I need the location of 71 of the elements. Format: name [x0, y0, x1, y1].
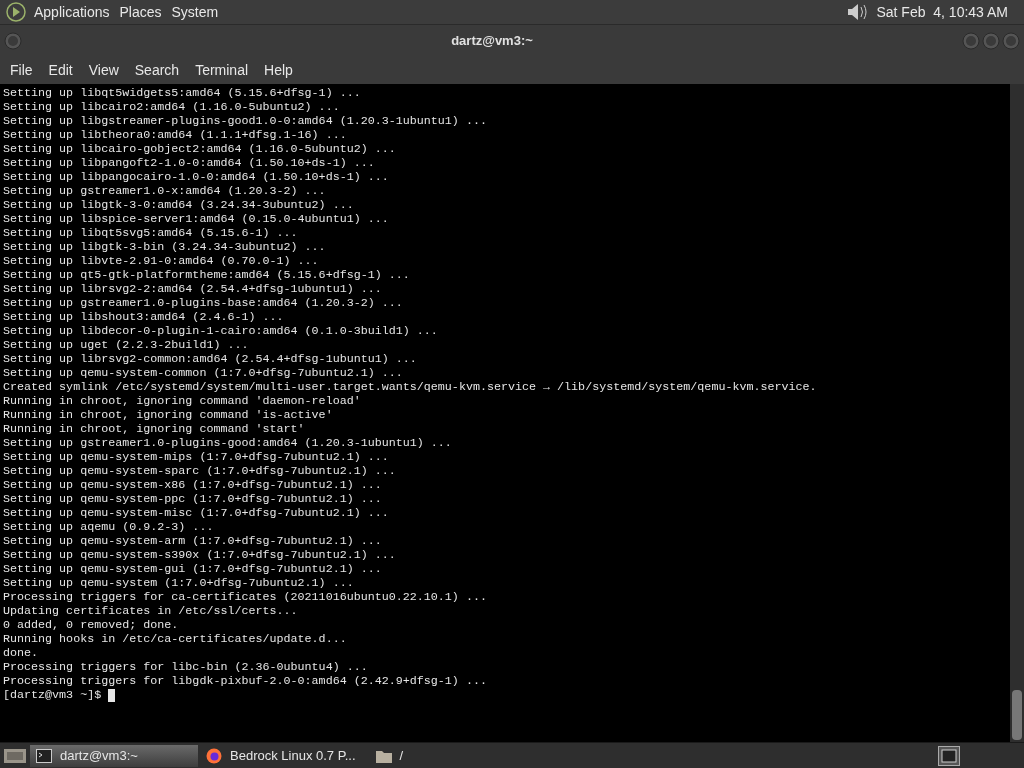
window-control-icon[interactable] [1002, 31, 1020, 50]
text-cursor [108, 688, 116, 702]
terminal-line: Running in chroot, ignoring command 'daemon-reload' [3, 394, 361, 408]
terminal-line: Processing triggers for libgdk-pixbuf-2.0-0:amd64 (2.42.9+dfsg-1) ... [3, 674, 487, 688]
terminal-line: Setting up librsvg2-2:amd64 (2.54.4+dfsg-1ubuntu1) ... [3, 282, 382, 296]
terminal-line: Updating certificates in /etc/ssl/certs... [3, 604, 298, 618]
taskbar-button[interactable]: dartz@vm3:~ [30, 744, 198, 767]
terminal-icon[interactable] [938, 745, 960, 766]
menu-item[interactable]: File [2, 59, 41, 81]
volume-icon[interactable] [846, 2, 869, 22]
clock[interactable]: Sat Feb 4, 10:43 AM [876, 1, 1008, 23]
terminal-line: Setting up qt5-gtk-platformtheme:amd64 (5.15.6+dfsg-1) ... [3, 268, 410, 282]
menu-item[interactable]: Edit [40, 59, 81, 81]
terminal-line: Setting up libqt5svg5:amd64 (5.15.6-1) ... [3, 226, 298, 240]
taskbar-button[interactable]: / [369, 744, 416, 767]
terminal-line: Setting up qemu-system-gui (1:7.0+dfsg-7ubuntu2.1) ... [3, 562, 382, 576]
terminal-line: Setting up qemu-system-mips (1:7.0+dfsg-7ubuntu2.1) ... [3, 450, 389, 464]
terminal-line: Setting up qemu-system (1:7.0+dfsg-7ubuntu2.1) ... [3, 576, 354, 590]
terminal-line: Setting up qemu-system-arm (1:7.0+dfsg-7ubuntu2.1) ... [3, 534, 382, 548]
terminal-line: Created symlink /etc/systemd/system/multi-user.target.wants/qemu-kvm.service → /lib/systemd/system/qemu-kvm.service. [3, 380, 817, 394]
terminal-line: Setting up qemu-system-misc (1:7.0+dfsg-7ubuntu2.1) ... [3, 506, 389, 520]
terminal-line: Processing triggers for libc-bin (2.36-0ubuntu4) ... [3, 660, 368, 674]
terminal-line: Processing triggers for ca-certificates (20211016ubuntu0.22.10.1) ... [3, 590, 487, 604]
terminal-line: Setting up libgtk-3-0:amd64 (3.24.34-3ubuntu2) ... [3, 198, 354, 212]
terminal-line: Setting up qemu-system-ppc (1:7.0+dfsg-7ubuntu2.1) ... [3, 492, 382, 506]
terminal-line: 0 added, 0 removed; done. [3, 618, 179, 632]
terminal-line: Setting up libcairo2:amd64 (1.16.0-5ubuntu2) ... [3, 100, 340, 114]
terminal-line: Setting up aqemu (0.9.2-3) ... [3, 520, 214, 534]
terminal-line: Running hooks in /etc/ca-certificates/update.d... [3, 632, 347, 646]
window-title: dartz@vm3:~ [450, 31, 534, 50]
terminal-line: Setting up gstreamer1.0-plugins-base:amd64 (1.20.3-2) ... [3, 296, 403, 310]
menu-item[interactable]: Help [256, 59, 301, 81]
terminal-line: Setting up libpangocairo-1.0-0:amd64 (1.50.10+ds-1) ... [3, 170, 389, 184]
menu-item[interactable]: Search [126, 59, 188, 81]
terminal-line: Running in chroot, ignoring command 'is-active' [3, 408, 333, 422]
terminal-line: Setting up qemu-system-x86 (1:7.0+dfsg-7ubuntu2.1) ... [3, 478, 382, 492]
menu-logo-icon[interactable] [6, 2, 26, 22]
terminal-line: Setting up libgtk-3-bin (3.24.34-3ubuntu2) ... [3, 240, 326, 254]
terminal-line: Setting up libshout3:amd64 (2.4.6-1) ... [3, 310, 284, 324]
terminal-line: Setting up uget (2.2.3-2build1) ... [3, 338, 249, 352]
terminal-line: Setting up qemu-system-s390x (1:7.0+dfsg-7ubuntu2.1) ... [3, 548, 396, 562]
shell-prompt: [dartz@vm3 ~]$ [3, 688, 102, 702]
terminal-line: Setting up qemu-system-common (1:7.0+dfsg-7ubuntu2.1) ... [3, 366, 403, 380]
terminal-line: Setting up libqt5widgets5:amd64 (5.15.6+dfsg-1) ... [3, 86, 361, 100]
terminal-icon [36, 748, 52, 763]
folder-icon [375, 748, 392, 763]
browser-icon [206, 747, 222, 764]
taskbar-button[interactable]: Bedrock Linux 0.7 P... [200, 744, 368, 767]
terminal-line: Setting up libpangoft2-1.0-0:amd64 (1.50.10+ds-1) ... [3, 156, 375, 170]
terminal-line: Setting up libdecor-0-plugin-1-cairo:amd64 (0.1.0-3build1) ... [3, 324, 438, 338]
terminal-line: Setting up gstreamer1.0-plugins-good:amd64 (1.20.3-1ubuntu1) ... [3, 436, 452, 450]
window-control-icon[interactable] [4, 31, 22, 50]
menu-item[interactable]: Terminal [187, 59, 257, 81]
terminal-line: Setting up librsvg2-common:amd64 (2.54.4+dfsg-1ubuntu1) ... [3, 352, 417, 366]
terminal-line: Running in chroot, ignoring command 'start' [3, 422, 305, 436]
panel-menu[interactable]: System [171, 1, 219, 23]
terminal-line: Setting up libgstreamer-plugins-good1.0-0:amd64 (1.20.3-1ubuntu1) ... [3, 114, 487, 128]
scrollbar-thumb[interactable] [1012, 690, 1022, 740]
terminal-line: Setting up libvte-2.91-0:amd64 (0.70.0-1) ... [3, 254, 319, 268]
terminal-line: done. [3, 646, 39, 660]
terminal-line: Setting up libcairo-gobject2:amd64 (1.16.0-5ubuntu2) ... [3, 142, 396, 156]
window-control-icon[interactable] [982, 31, 1000, 50]
terminal-line: Setting up libtheora0:amd64 (1.1.1+dfsg.1-16) ... [3, 128, 347, 142]
terminal-line: Setting up gstreamer1.0-x:amd64 (1.20.3-2) ... [3, 184, 326, 198]
terminal-line: Setting up qemu-system-sparc (1:7.0+dfsg-7ubuntu2.1) ... [3, 464, 396, 478]
menu-item[interactable]: View [80, 59, 127, 81]
panel-menu[interactable]: Applications [34, 1, 110, 23]
panel-menu[interactable]: Places [119, 1, 162, 23]
scrollbar[interactable] [1010, 84, 1024, 742]
terminal-line: Setting up libspice-server1:amd64 (0.15.0-4ubuntu1) ... [3, 212, 389, 226]
window-control-icon[interactable] [962, 31, 980, 50]
